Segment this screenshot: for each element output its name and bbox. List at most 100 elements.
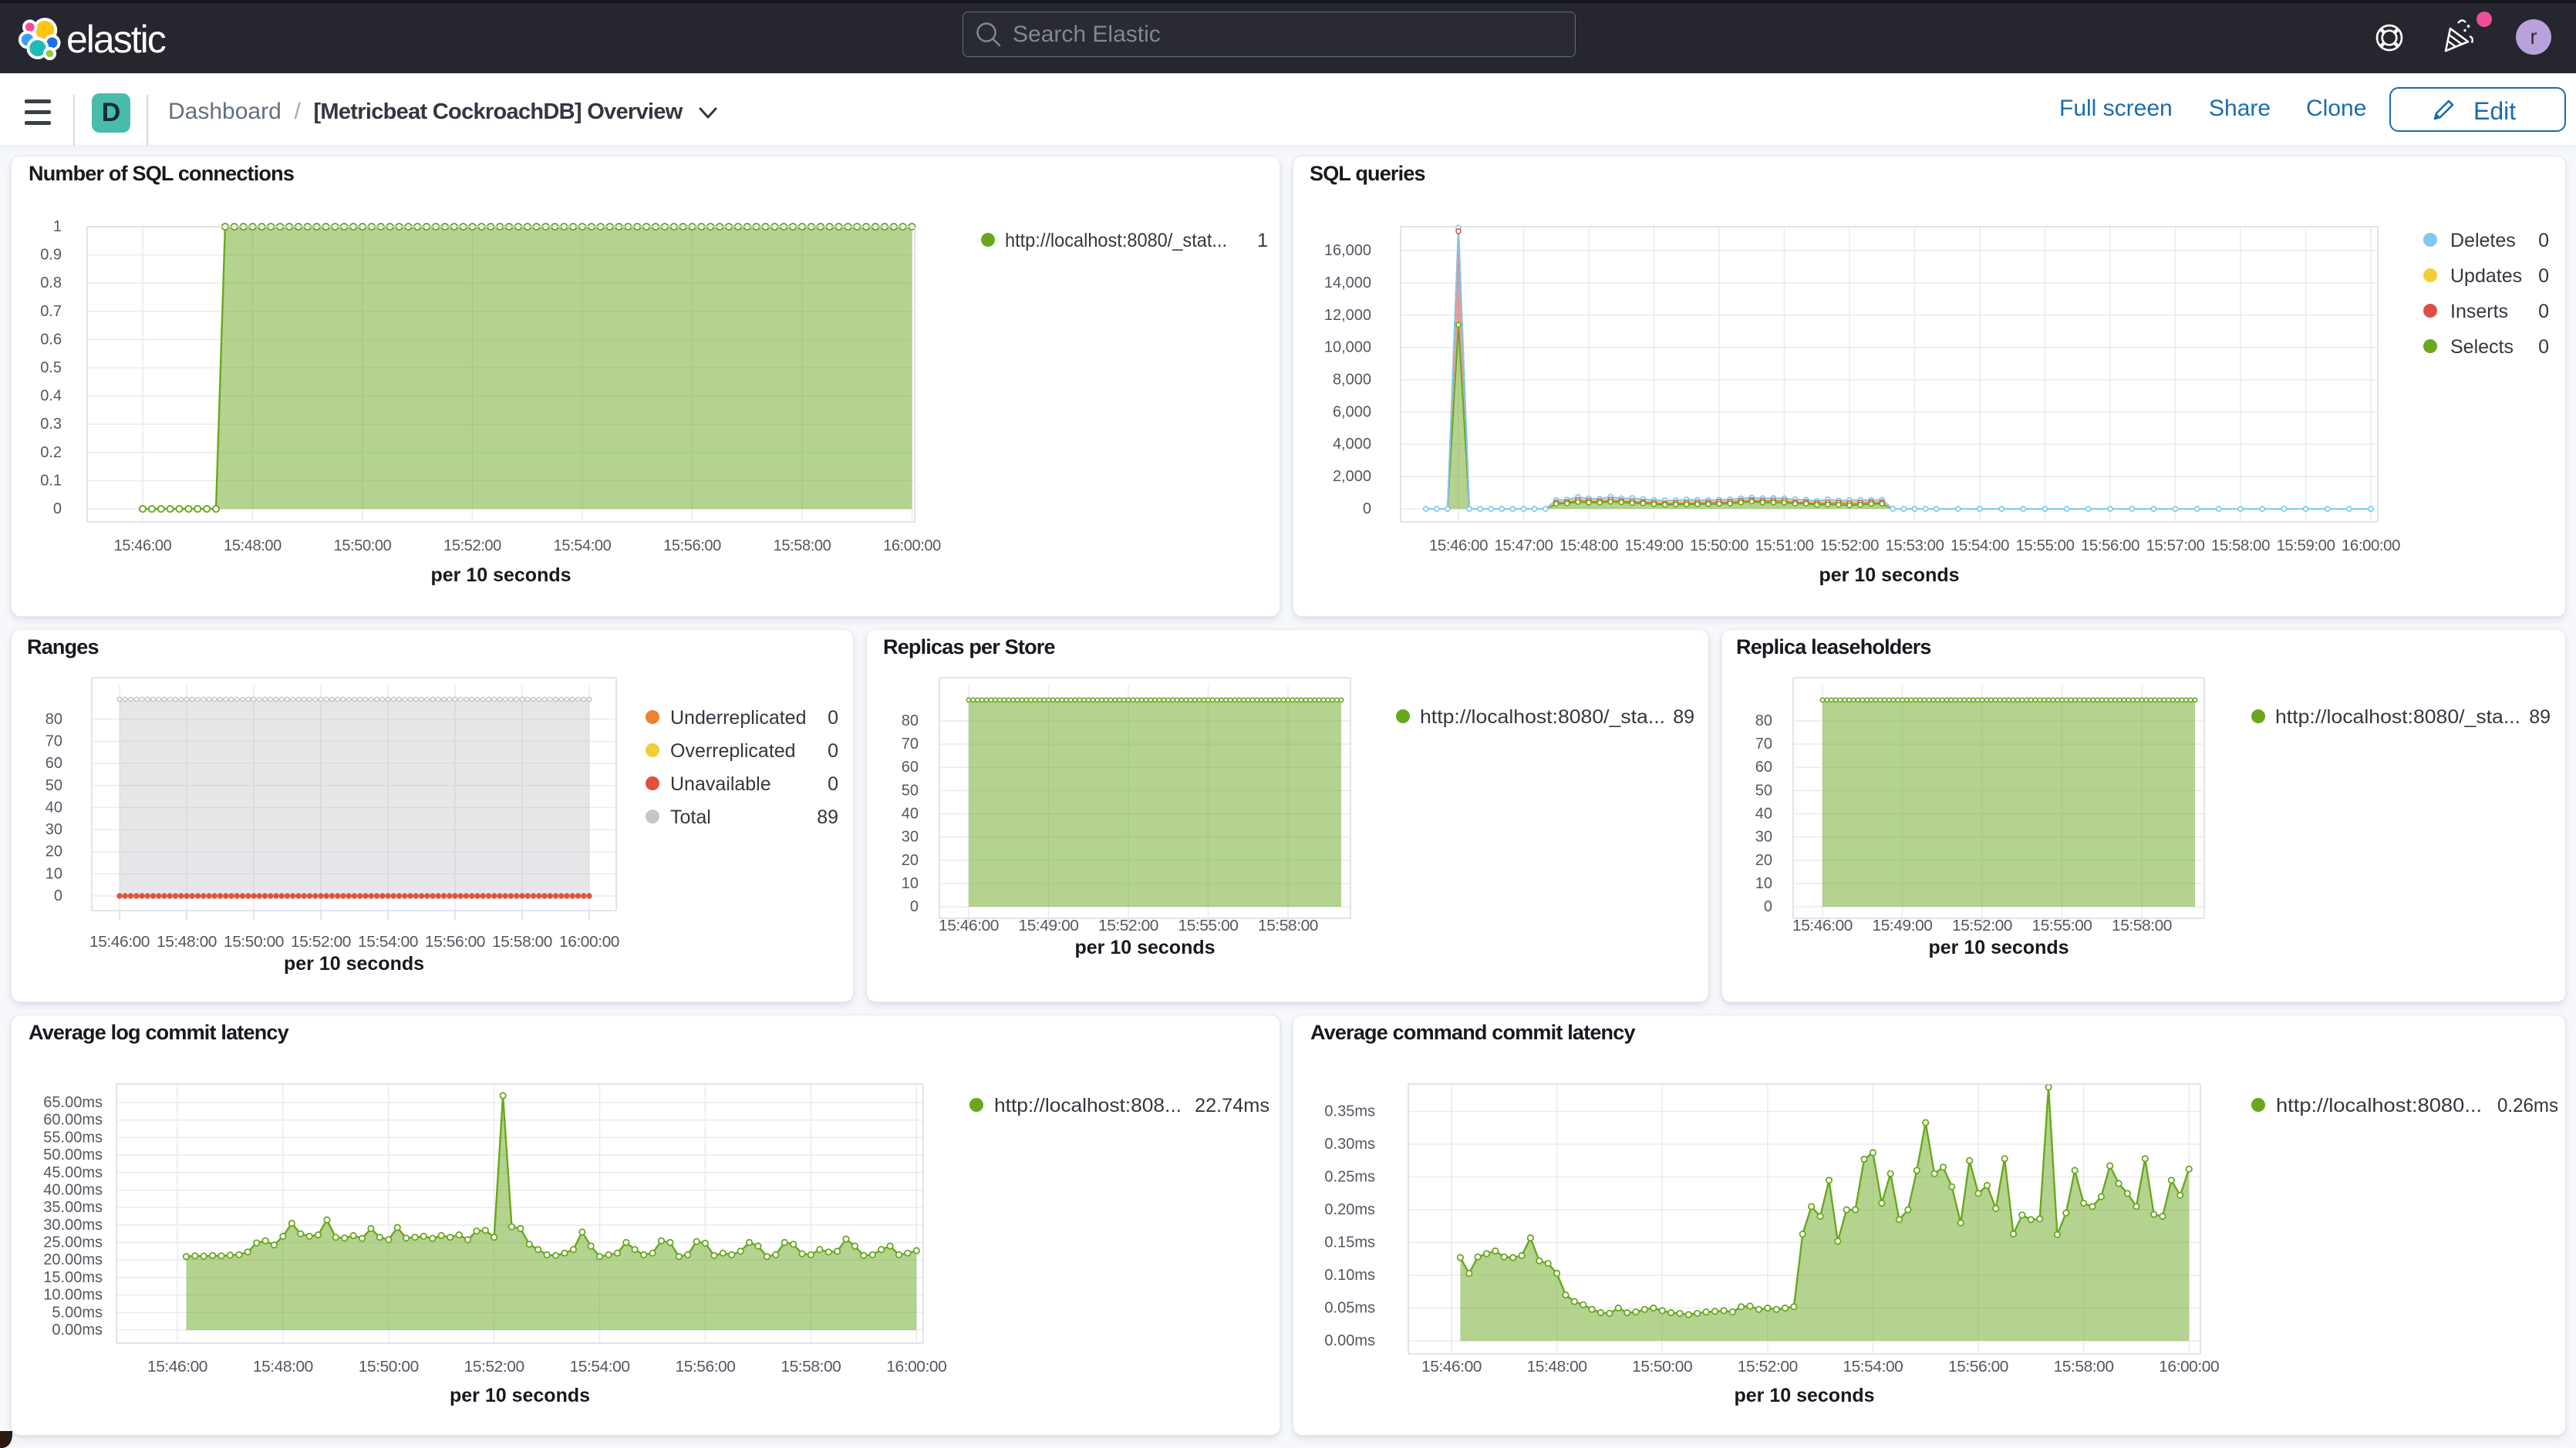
svg-text:0.1: 0.1 [40, 472, 62, 489]
svg-text:60: 60 [1755, 759, 1772, 776]
svg-text:15:54:00: 15:54:00 [1843, 1359, 1903, 1376]
svg-text:http://localhost:8080/_sta...: http://localhost:8080/_sta... [2275, 706, 2520, 728]
svg-text:0.35ms: 0.35ms [1324, 1103, 1375, 1120]
svg-text:15:46:00: 15:46:00 [114, 537, 172, 554]
svg-text:15:48:00: 15:48:00 [224, 537, 282, 554]
svg-text:10: 10 [1755, 875, 1772, 892]
svg-text:0: 0 [828, 773, 838, 795]
svg-text:15:52:00: 15:52:00 [1952, 918, 2012, 934]
svg-text:15:58:00: 15:58:00 [2211, 537, 2270, 554]
svg-text:0.30ms: 0.30ms [1324, 1136, 1375, 1153]
svg-text:0.2: 0.2 [40, 444, 62, 461]
svg-text:15:52:00: 15:52:00 [1098, 918, 1158, 934]
svg-text:89: 89 [2529, 706, 2551, 728]
svg-text:16:00:00: 16:00:00 [883, 537, 941, 554]
svg-text:15:46:00: 15:46:00 [89, 934, 150, 951]
svg-text:80: 80 [1755, 712, 1772, 729]
svg-text:80: 80 [902, 712, 919, 729]
svg-text:15:50:00: 15:50:00 [359, 1359, 419, 1376]
svg-text:6,000: 6,000 [1333, 403, 1371, 420]
svg-text:0.5: 0.5 [40, 359, 62, 376]
svg-text:50.00ms: 50.00ms [43, 1147, 103, 1163]
svg-text:40: 40 [902, 806, 919, 823]
svg-text:45.00ms: 45.00ms [43, 1164, 103, 1181]
svg-text:4,000: 4,000 [1333, 436, 1371, 453]
svg-text:10.00ms: 10.00ms [43, 1287, 103, 1304]
svg-text:15:50:00: 15:50:00 [224, 934, 284, 951]
svg-text:50: 50 [46, 777, 62, 794]
svg-text:15:47:00: 15:47:00 [1495, 537, 1553, 554]
svg-text:15:58:00: 15:58:00 [492, 934, 552, 951]
svg-text:15:46:00: 15:46:00 [1429, 537, 1488, 554]
svg-text:15:57:00: 15:57:00 [2146, 537, 2205, 554]
svg-text:15:58:00: 15:58:00 [1258, 918, 1318, 934]
svg-text:40.00ms: 40.00ms [43, 1182, 103, 1199]
svg-text:35.00ms: 35.00ms [43, 1199, 103, 1216]
svg-text:0.4: 0.4 [40, 388, 62, 405]
svg-text:0: 0 [2538, 265, 2549, 287]
svg-text:15:59:00: 15:59:00 [2277, 537, 2335, 554]
svg-text:10: 10 [902, 875, 919, 892]
svg-text:2,000: 2,000 [1333, 468, 1371, 485]
svg-text:0: 0 [2538, 230, 2549, 251]
svg-text:15:46:00: 15:46:00 [939, 918, 999, 934]
svg-text:15:55:00: 15:55:00 [1178, 918, 1239, 934]
svg-text:http://localhost:8080/_sta...: http://localhost:8080/_sta... [1420, 706, 1665, 728]
svg-text:Overreplicated: Overreplicated [670, 740, 796, 762]
svg-text:15:58:00: 15:58:00 [774, 537, 831, 554]
svg-text:per 10 seconds: per 10 seconds [1819, 564, 1959, 586]
svg-text:15:49:00: 15:49:00 [1019, 918, 1079, 934]
svg-text:0.00ms: 0.00ms [52, 1322, 103, 1339]
svg-text:0.3: 0.3 [40, 416, 62, 433]
svg-text:15:54:00: 15:54:00 [358, 934, 418, 951]
svg-text:40: 40 [1755, 806, 1772, 823]
svg-text:0.26ms: 0.26ms [2497, 1095, 2558, 1116]
svg-text:40: 40 [46, 799, 62, 816]
svg-text:per 10 seconds: per 10 seconds [430, 564, 571, 586]
svg-text:Total: Total [670, 807, 711, 828]
svg-text:http://localhost:8080...: http://localhost:8080... [2276, 1095, 2482, 1116]
svg-text:20: 20 [1755, 852, 1772, 869]
svg-text:0: 0 [828, 740, 838, 762]
svg-text:15:55:00: 15:55:00 [2016, 537, 2075, 554]
svg-text:Unavailable: Unavailable [670, 773, 771, 795]
svg-text:16:00:00: 16:00:00 [886, 1359, 946, 1376]
svg-text:20.00ms: 20.00ms [43, 1251, 103, 1268]
svg-text:0.05ms: 0.05ms [1324, 1300, 1375, 1317]
svg-text:20: 20 [46, 844, 62, 860]
svg-text:89: 89 [817, 807, 838, 828]
svg-text:60: 60 [902, 759, 919, 776]
svg-text:70: 70 [46, 733, 62, 750]
svg-text:0.6: 0.6 [40, 331, 62, 348]
svg-text:15.00ms: 15.00ms [43, 1269, 103, 1286]
svg-text:Underreplicated: Underreplicated [670, 707, 807, 729]
svg-text:0.00ms: 0.00ms [1324, 1332, 1375, 1349]
svg-text:25.00ms: 25.00ms [43, 1234, 103, 1251]
svg-text:15:56:00: 15:56:00 [663, 537, 721, 554]
svg-text:Inserts: Inserts [2450, 301, 2508, 322]
svg-text:5.00ms: 5.00ms [52, 1304, 103, 1321]
svg-text:Deletes: Deletes [2450, 230, 2516, 251]
svg-text:16:00:00: 16:00:00 [2159, 1359, 2219, 1376]
svg-text:15:52:00: 15:52:00 [1738, 1359, 1798, 1376]
svg-text:15:50:00: 15:50:00 [1690, 537, 1748, 554]
svg-text:15:54:00: 15:54:00 [1951, 537, 2009, 554]
svg-text:50: 50 [1755, 782, 1772, 799]
svg-text:15:54:00: 15:54:00 [554, 537, 612, 554]
svg-text:15:52:00: 15:52:00 [443, 537, 501, 554]
svg-text:15:56:00: 15:56:00 [425, 934, 485, 951]
svg-text:12,000: 12,000 [1324, 307, 1371, 324]
svg-text:10: 10 [46, 865, 62, 882]
svg-text:0: 0 [2538, 336, 2549, 358]
svg-text:15:50:00: 15:50:00 [334, 537, 392, 554]
svg-text:65.00ms: 65.00ms [43, 1094, 103, 1111]
svg-text:14,000: 14,000 [1324, 274, 1371, 291]
svg-text:http://localhost:8080/_stat...: http://localhost:8080/_stat... [1005, 230, 1227, 251]
svg-text:0: 0 [1363, 500, 1371, 517]
svg-text:16:00:00: 16:00:00 [2342, 537, 2400, 554]
svg-text:15:48:00: 15:48:00 [253, 1359, 313, 1376]
svg-text:1: 1 [53, 218, 62, 235]
svg-text:22.74ms: 22.74ms [1195, 1095, 1269, 1116]
svg-text:per 10 seconds: per 10 seconds [1074, 937, 1215, 958]
svg-text:Selects: Selects [2450, 336, 2514, 358]
